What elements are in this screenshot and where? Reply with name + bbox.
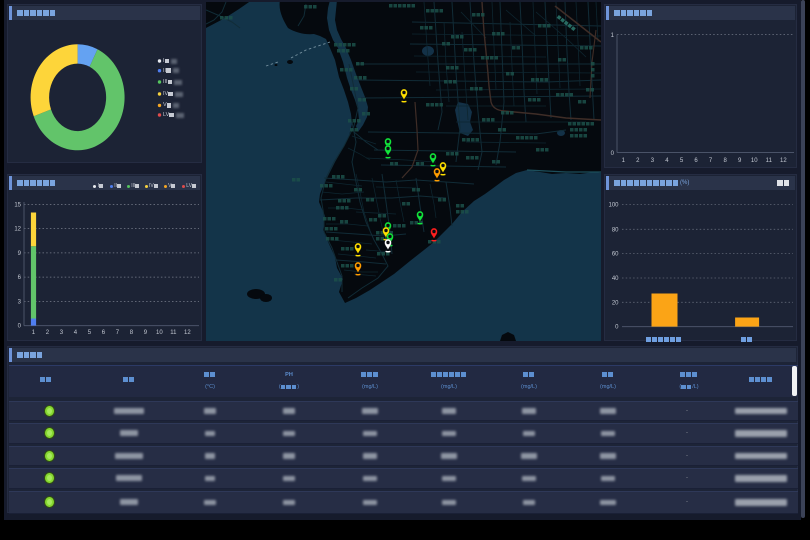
svg-text:3: 3 <box>18 299 22 305</box>
svg-text:3: 3 <box>60 330 64 336</box>
svg-text:10: 10 <box>751 158 758 164</box>
svg-text:4: 4 <box>74 330 78 336</box>
svg-text:9: 9 <box>18 251 22 257</box>
svg-text:7: 7 <box>709 158 713 164</box>
svg-text:1: 1 <box>32 330 36 336</box>
svg-text:9: 9 <box>144 330 148 336</box>
svg-text:6: 6 <box>102 330 106 336</box>
svg-text:20: 20 <box>612 300 619 306</box>
svg-text:0: 0 <box>18 324 22 330</box>
svg-text:80: 80 <box>612 227 619 233</box>
svg-text:5: 5 <box>88 330 92 336</box>
svg-text:5: 5 <box>680 158 684 164</box>
svg-text:4: 4 <box>665 158 669 164</box>
svg-text:1: 1 <box>611 33 615 39</box>
svg-text:15: 15 <box>14 202 21 208</box>
svg-text:1: 1 <box>622 158 626 164</box>
svg-text:3: 3 <box>651 158 655 164</box>
svg-text:8: 8 <box>130 330 134 336</box>
svg-text:12: 12 <box>184 330 191 336</box>
svg-text:11: 11 <box>170 330 177 336</box>
svg-text:100: 100 <box>608 202 619 208</box>
svg-text:12: 12 <box>780 158 787 164</box>
svg-text:8: 8 <box>723 158 727 164</box>
svg-text:10: 10 <box>156 330 163 336</box>
svg-text:40: 40 <box>612 276 619 282</box>
svg-text:9: 9 <box>738 158 742 164</box>
svg-text:0: 0 <box>615 325 619 331</box>
svg-text:7: 7 <box>116 330 120 336</box>
svg-text:6: 6 <box>694 158 698 164</box>
svg-text:11: 11 <box>766 158 773 164</box>
svg-text:2: 2 <box>46 330 50 336</box>
svg-text:2: 2 <box>636 158 640 164</box>
svg-text:60: 60 <box>612 252 619 258</box>
svg-text:0: 0 <box>611 151 615 157</box>
svg-text:12: 12 <box>14 227 21 233</box>
svg-text:6: 6 <box>18 275 22 281</box>
